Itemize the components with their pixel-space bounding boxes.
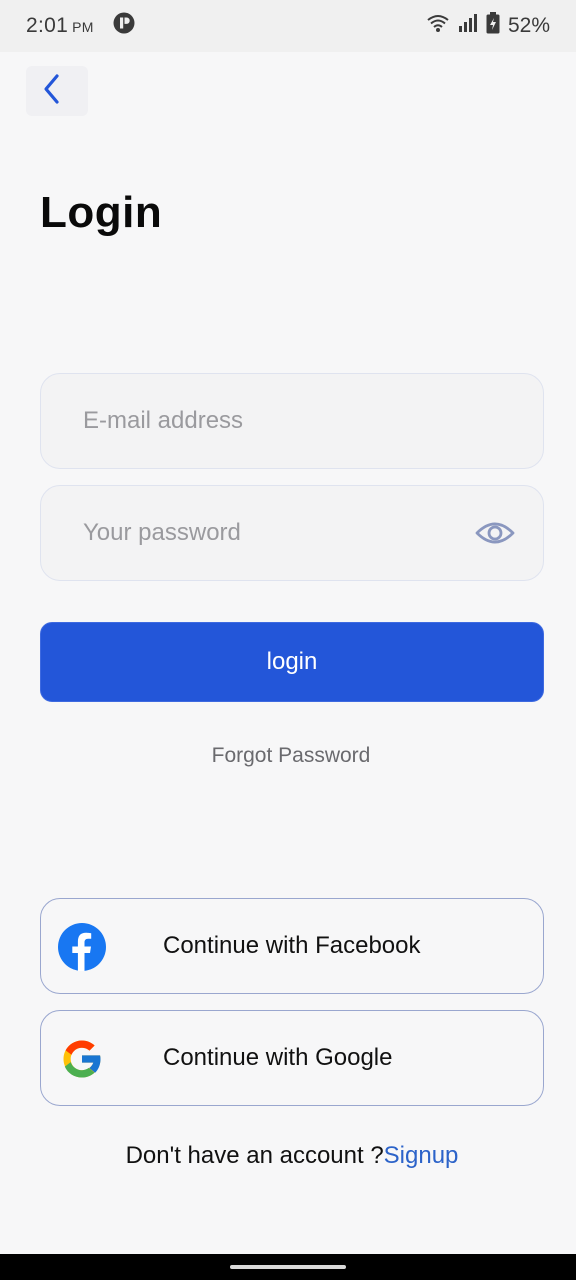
status-right: 52% — [426, 12, 550, 40]
status-time: 2:01 PM — [26, 14, 94, 38]
status-ampm: PM — [72, 19, 94, 35]
continue-with-facebook-button[interactable]: Continue with Facebook — [40, 898, 544, 994]
eye-icon[interactable] — [475, 518, 515, 548]
status-left: 2:01 PM — [26, 11, 136, 41]
password-input[interactable] — [83, 519, 475, 547]
signal-icon — [458, 13, 478, 39]
google-icon — [57, 1034, 107, 1084]
email-field[interactable] — [40, 373, 544, 469]
password-field[interactable] — [40, 485, 544, 581]
back-arrow-icon — [42, 73, 62, 110]
status-time-value: 2:01 — [26, 14, 69, 37]
battery-icon — [486, 12, 500, 40]
home-indicator[interactable] — [230, 1265, 346, 1269]
battery-percentage: 52% — [507, 14, 550, 37]
app-notification-icon — [112, 11, 136, 41]
wifi-icon — [426, 13, 450, 39]
email-input[interactable] — [83, 407, 515, 435]
status-bar: 2:01 PM 52% — [0, 0, 576, 52]
facebook-button-label: Continue with Facebook — [163, 932, 421, 959]
signup-prompt: Don't have an account ? — [125, 1142, 384, 1169]
back-button[interactable] — [26, 66, 88, 116]
login-button[interactable]: login — [40, 622, 544, 702]
signup-row: Don't have an account ?Signup — [0, 1142, 576, 1170]
signup-link[interactable]: Signup — [384, 1142, 459, 1169]
continue-with-google-button[interactable]: Continue with Google — [40, 1010, 544, 1106]
facebook-icon — [57, 922, 107, 972]
navigation-bar — [0, 1254, 576, 1280]
google-button-label: Continue with Google — [163, 1044, 393, 1071]
forgot-password-link[interactable]: Forgot Password — [0, 744, 576, 768]
page-title: Login — [40, 188, 163, 237]
